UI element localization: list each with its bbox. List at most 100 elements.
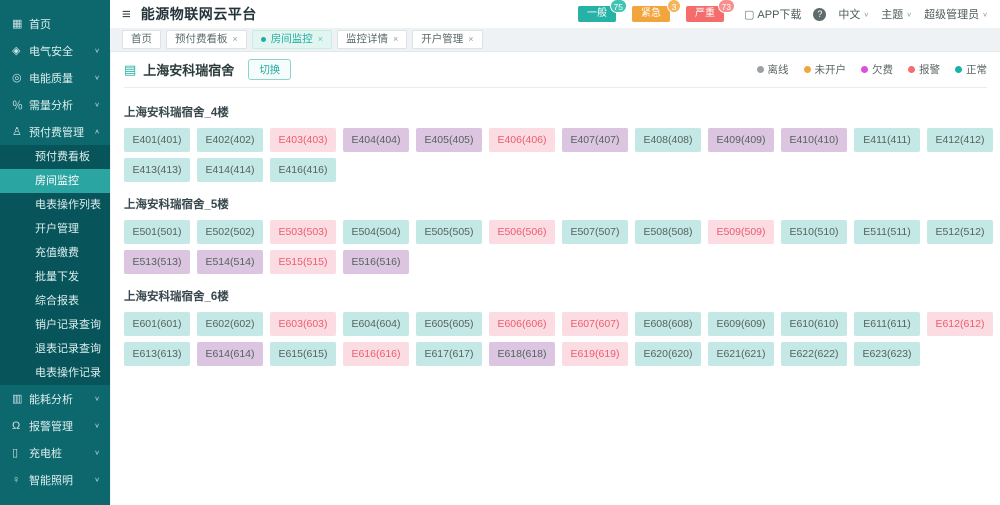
room-cell[interactable]: E413(413)	[124, 158, 190, 182]
room-cell[interactable]: E512(512)	[927, 220, 993, 244]
room-cell[interactable]: E411(411)	[854, 128, 920, 152]
alert-button-urgent[interactable]: 紧急3	[632, 6, 670, 22]
room-cell[interactable]: E602(602)	[197, 312, 263, 336]
room-cell[interactable]: E619(619)	[562, 342, 628, 366]
sidebar-subitem[interactable]: 电表操作列表	[0, 193, 110, 217]
room-cell[interactable]: E506(506)	[489, 220, 555, 244]
room-cell[interactable]: E605(605)	[416, 312, 482, 336]
tab-首页[interactable]: 首页	[122, 30, 161, 49]
legend-dot-icon	[908, 66, 915, 73]
sidebar-item-power-quality[interactable]: ◎电能质量∨	[0, 64, 110, 91]
floor-label: 上海安科瑞宿舍_6楼	[124, 288, 987, 304]
room-cell[interactable]: E405(405)	[416, 128, 482, 152]
room-cell[interactable]: E508(508)	[635, 220, 701, 244]
sidebar-subitem[interactable]: 充值缴费	[0, 241, 110, 265]
room-cell[interactable]: E409(409)	[708, 128, 774, 152]
tab-房间监控[interactable]: 房间监控×	[252, 30, 332, 49]
main-column: ≡ 能源物联网云平台 一般75紧急3严重73 ▢ APP下载 ? 中文 ∨ 主题…	[110, 0, 1000, 505]
room-cell[interactable]: E509(509)	[708, 220, 774, 244]
room-cell[interactable]: E511(511)	[854, 220, 920, 244]
room-cell[interactable]: E515(515)	[270, 250, 336, 274]
room-cell[interactable]: E617(617)	[416, 342, 482, 366]
room-cell[interactable]: E620(620)	[635, 342, 701, 366]
room-cell[interactable]: E613(613)	[124, 342, 190, 366]
sidebar-subitem[interactable]: 批量下发	[0, 265, 110, 289]
sidebar-subitem[interactable]: 开户管理	[0, 217, 110, 241]
app-download-link[interactable]: ▢ APP下载	[744, 6, 801, 22]
room-cell[interactable]: E513(513)	[124, 250, 190, 274]
sidebar-subitem[interactable]: 销户记录查询	[0, 313, 110, 337]
room-cell[interactable]: E603(603)	[270, 312, 336, 336]
room-cell[interactable]: E407(407)	[562, 128, 628, 152]
room-cell[interactable]: E412(412)	[927, 128, 993, 152]
room-cell[interactable]: E615(615)	[270, 342, 336, 366]
sidebar-item-shield[interactable]: ◈电气安全∨	[0, 37, 110, 64]
room-cell[interactable]: E410(410)	[781, 128, 847, 152]
language-select[interactable]: 中文 ∨	[838, 6, 869, 22]
room-cell[interactable]: E623(623)	[854, 342, 920, 366]
alert-button-severe[interactable]: 严重73	[686, 6, 724, 22]
room-cell[interactable]: E502(502)	[197, 220, 263, 244]
alert-button-general[interactable]: 一般75	[578, 6, 616, 22]
room-cell[interactable]: E604(604)	[343, 312, 409, 336]
sidebar-item-bell[interactable]: Ω报警管理∨	[0, 412, 110, 439]
room-cell[interactable]: E403(403)	[270, 128, 336, 152]
room-cell[interactable]: E606(606)	[489, 312, 555, 336]
room-cell[interactable]: E610(610)	[781, 312, 847, 336]
sidebar-subitem[interactable]: 预付费看板	[0, 145, 110, 169]
room-cell[interactable]: E612(612)	[927, 312, 993, 336]
tab-监控详情[interactable]: 监控详情×	[337, 30, 407, 49]
tab-label: 开户管理	[421, 33, 463, 46]
room-cell[interactable]: E609(609)	[708, 312, 774, 336]
room-cell[interactable]: E406(406)	[489, 128, 555, 152]
room-cell[interactable]: E516(516)	[343, 250, 409, 274]
user-menu[interactable]: 超级管理员 ∨	[924, 6, 988, 22]
room-cell[interactable]: E402(402)	[197, 128, 263, 152]
room-cell[interactable]: E401(401)	[124, 128, 190, 152]
room-cell[interactable]: E618(618)	[489, 342, 555, 366]
sidebar-subitem[interactable]: 电表操作记录	[0, 361, 110, 385]
theme-select[interactable]: 主题 ∨	[881, 6, 912, 22]
sidebar-subitem[interactable]: 房间监控	[0, 169, 110, 193]
room-cell[interactable]: E503(503)	[270, 220, 336, 244]
switch-building-button[interactable]: 切换	[248, 59, 291, 80]
sidebar-item-home[interactable]: ▦首页	[0, 10, 110, 37]
sidebar-subitem[interactable]: 综合报表	[0, 289, 110, 313]
room-cell[interactable]: E611(611)	[854, 312, 920, 336]
room-cell[interactable]: E414(414)	[197, 158, 263, 182]
help-icon[interactable]: ?	[813, 8, 826, 21]
room-cell[interactable]: E601(601)	[124, 312, 190, 336]
room-cell[interactable]: E501(501)	[124, 220, 190, 244]
close-icon[interactable]: ×	[393, 34, 398, 45]
room-cell[interactable]: E614(614)	[197, 342, 263, 366]
room-cell[interactable]: E404(404)	[343, 128, 409, 152]
room-cell[interactable]: E621(621)	[708, 342, 774, 366]
room-cell[interactable]: E408(408)	[635, 128, 701, 152]
room-grid: E501(501) E502(502) E503(503) E504(504) E505…	[124, 220, 994, 274]
sidebar-item-demand-analysis[interactable]: ％需量分析∨	[0, 91, 110, 118]
sidebar-subitem[interactable]: 退表记录查询	[0, 337, 110, 361]
sidebar-item-prepaid[interactable]: ♙预付费管理∧	[0, 118, 110, 145]
close-icon[interactable]: ×	[318, 34, 323, 45]
room-cell[interactable]: E504(504)	[343, 220, 409, 244]
room-cell[interactable]: E510(510)	[781, 220, 847, 244]
tab-开户管理[interactable]: 开户管理 ×	[412, 30, 482, 49]
sidebar-item-lighting[interactable]: ♀智能照明∨	[0, 466, 110, 493]
content-card: ▤ 上海安科瑞宿舍 切换 离线未开户欠费报警正常 上海安科瑞宿舍_4楼E401(…	[110, 52, 1000, 505]
tab-预付费看板[interactable]: 预付费看板×	[166, 30, 247, 49]
sidebar-item-energy-analysis[interactable]: ▥能耗分析∨	[0, 385, 110, 412]
room-cell[interactable]: E622(622)	[781, 342, 847, 366]
chevron-up-icon: ∧	[94, 128, 100, 135]
close-icon[interactable]: ×	[468, 34, 473, 45]
room-cell[interactable]: E505(505)	[416, 220, 482, 244]
chevron-down-icon: ∨	[94, 449, 100, 456]
room-cell[interactable]: E514(514)	[197, 250, 263, 274]
room-cell[interactable]: E607(607)	[562, 312, 628, 336]
room-cell[interactable]: E608(608)	[635, 312, 701, 336]
room-cell[interactable]: E507(507)	[562, 220, 628, 244]
close-icon[interactable]: ×	[233, 34, 238, 45]
menu-toggle-icon[interactable]: ≡	[122, 7, 131, 22]
room-cell[interactable]: E616(616)	[343, 342, 409, 366]
room-cell[interactable]: E416(416)	[270, 158, 336, 182]
sidebar-item-charging-pile[interactable]: ▯充电桩∨	[0, 439, 110, 466]
